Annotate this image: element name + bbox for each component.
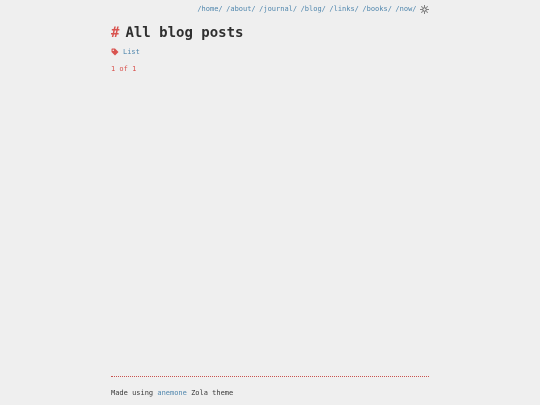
footer: Made using anemone Zola theme — [111, 388, 233, 398]
footer-prefix: Made using — [111, 389, 158, 397]
footer-suffix: Zola theme — [186, 389, 234, 397]
nav-link-journal[interactable]: /journal/ — [259, 5, 297, 14]
nav-link-home[interactable]: /home/ — [197, 5, 222, 14]
nav-link-books[interactable]: /books/ — [362, 5, 392, 14]
nav-link-blog[interactable]: /blog/ — [301, 5, 326, 14]
top-nav: /home/ /about/ /journal/ /blog/ /links/ … — [197, 5, 429, 14]
footer-divider — [111, 376, 429, 377]
page-title-text: All blog posts — [125, 25, 244, 41]
nav-link-now[interactable]: /now/ — [395, 5, 416, 14]
sun-icon[interactable] — [420, 5, 429, 14]
nav-link-about[interactable]: /about/ — [226, 5, 256, 14]
nav-link-links[interactable]: /links/ — [329, 5, 359, 14]
page-title: # All blog posts — [111, 24, 243, 42]
footer-theme-link[interactable]: anemone — [157, 389, 187, 397]
pagination-status: 1 of 1 — [111, 65, 137, 73]
page: /home/ /about/ /journal/ /blog/ /links/ … — [0, 0, 540, 405]
tag-icon — [111, 48, 119, 56]
tag-link-list[interactable]: List — [123, 47, 140, 57]
tag-list: List — [111, 47, 140, 57]
title-hash: # — [111, 25, 120, 41]
